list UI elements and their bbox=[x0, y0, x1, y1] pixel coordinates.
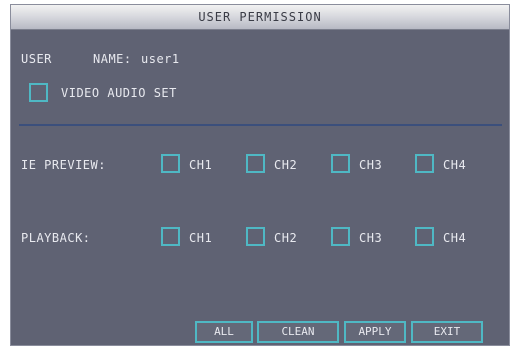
playback-ch4-checkbox[interactable] bbox=[415, 227, 434, 246]
all-button[interactable]: ALL bbox=[195, 321, 253, 343]
ie-preview-ch1-label: CH1 bbox=[189, 158, 213, 172]
ie-preview-ch2-label: CH2 bbox=[274, 158, 298, 172]
name-label: NAME: bbox=[93, 52, 132, 66]
divider bbox=[19, 124, 502, 126]
video-audio-set-checkbox[interactable] bbox=[29, 83, 48, 102]
user-label: USER bbox=[21, 52, 52, 66]
dialog-title: USER PERMISSION bbox=[11, 5, 509, 30]
ie-preview-label: IE PREVIEW: bbox=[21, 158, 106, 172]
playback-ch3-label: CH3 bbox=[359, 231, 383, 245]
playback-ch1-checkbox[interactable] bbox=[161, 227, 180, 246]
playback-ch2-checkbox[interactable] bbox=[246, 227, 265, 246]
playback-ch3-checkbox[interactable] bbox=[331, 227, 350, 246]
ie-preview-ch2-checkbox[interactable] bbox=[246, 154, 265, 173]
playback-ch2-label: CH2 bbox=[274, 231, 298, 245]
ie-preview-ch4-checkbox[interactable] bbox=[415, 154, 434, 173]
video-audio-set-label: VIDEO AUDIO SET bbox=[61, 86, 177, 100]
playback-label: PLAYBACK: bbox=[21, 231, 91, 245]
exit-button[interactable]: EXIT bbox=[411, 321, 483, 343]
playback-ch4-label: CH4 bbox=[443, 231, 467, 245]
apply-button[interactable]: APPLY bbox=[344, 321, 406, 343]
ie-preview-ch3-label: CH3 bbox=[359, 158, 383, 172]
clean-button[interactable]: CLEAN bbox=[257, 321, 339, 343]
ie-preview-ch3-checkbox[interactable] bbox=[331, 154, 350, 173]
user-name-value: user1 bbox=[141, 52, 180, 66]
playback-ch1-label: CH1 bbox=[189, 231, 213, 245]
ie-preview-ch1-checkbox[interactable] bbox=[161, 154, 180, 173]
ie-preview-ch4-label: CH4 bbox=[443, 158, 467, 172]
user-permission-dialog: USER PERMISSION USER NAME: user1 VIDEO A… bbox=[10, 4, 510, 346]
